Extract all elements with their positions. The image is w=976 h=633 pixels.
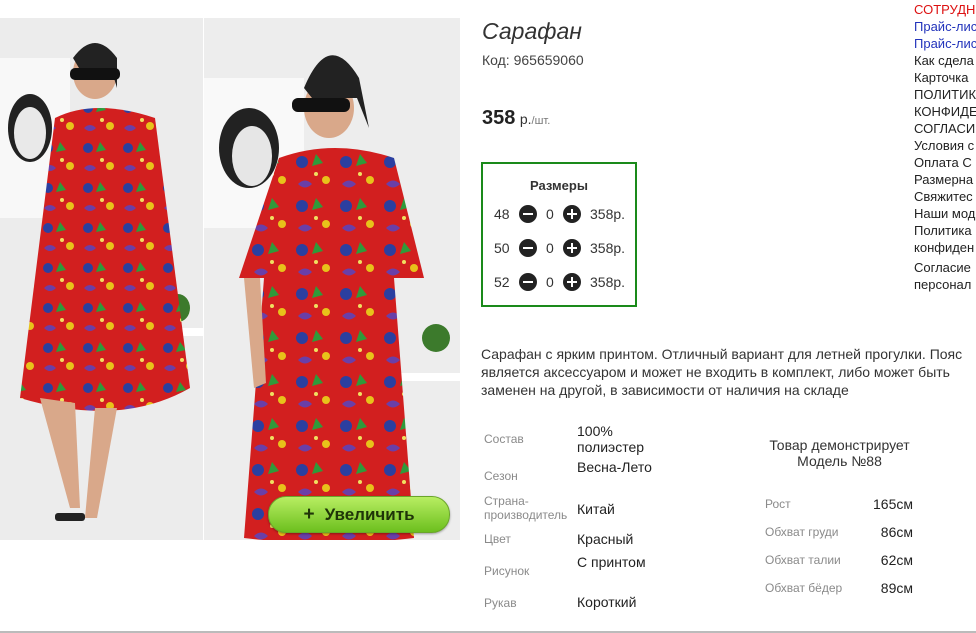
side-menu-item[interactable]: Как сдела bbox=[914, 53, 974, 69]
property-label: Рукав bbox=[484, 596, 517, 610]
property-value: Красный bbox=[577, 531, 634, 547]
size-price: 358р. bbox=[590, 206, 626, 222]
measurement-label: Обхват груди bbox=[765, 525, 839, 539]
sizes-title: Размеры bbox=[530, 178, 588, 193]
property-value: С принтом bbox=[577, 554, 646, 570]
size-quantity: 0 bbox=[546, 240, 554, 256]
measurement-label: Обхват бёдер bbox=[765, 581, 843, 595]
side-menu-item[interactable]: Карточка bbox=[914, 70, 968, 86]
property-label: Цвет bbox=[484, 532, 511, 546]
measurement-row: Обхват талии 62см bbox=[765, 552, 915, 568]
product-title: Сарафан bbox=[482, 18, 582, 44]
model-title: Товар демонстрирует Модель №88 bbox=[769, 437, 910, 469]
property-value: 100% полиэстер bbox=[577, 423, 645, 455]
side-menu-item[interactable]: Свяжитес bbox=[914, 189, 973, 205]
size-label: 52 bbox=[494, 274, 510, 290]
product-photo-1[interactable] bbox=[0, 18, 203, 540]
measurement-label: Обхват талии bbox=[765, 553, 841, 567]
size-price: 358р. bbox=[590, 240, 626, 256]
side-menu-item[interactable]: конфиден bbox=[914, 240, 974, 256]
side-menu-item[interactable]: ПОЛИТИКА bbox=[914, 87, 976, 103]
measurement-row: Обхват бёдер 89см bbox=[765, 580, 915, 596]
measurement-label: Рост bbox=[765, 497, 791, 511]
measurement-row: Обхват груди 86см bbox=[765, 524, 915, 540]
plus-icon[interactable] bbox=[563, 273, 581, 291]
product-photo-2[interactable] bbox=[204, 18, 460, 540]
side-menu-item[interactable]: Наши мод bbox=[914, 206, 975, 222]
size-row: 50 0 358р. bbox=[483, 238, 637, 258]
side-menu-item[interactable]: персонал bbox=[914, 277, 971, 292]
measurement-row: Рост 165см bbox=[765, 496, 915, 512]
price-per: /шт. bbox=[531, 115, 551, 127]
side-menu-item[interactable]: КОНФИДЕ bbox=[914, 104, 976, 120]
minus-icon[interactable] bbox=[519, 205, 537, 223]
property-value: Китай bbox=[577, 501, 615, 517]
plus-icon[interactable] bbox=[563, 239, 581, 257]
measurement-value: 165см bbox=[873, 496, 913, 512]
property-label: Сезон bbox=[484, 469, 518, 483]
property-value: Короткий bbox=[577, 594, 637, 610]
side-menu-item[interactable]: Согласие bbox=[914, 260, 971, 276]
property-label: Состав bbox=[484, 432, 524, 446]
size-row: 52 0 358р. bbox=[483, 272, 637, 292]
price-unit: р. bbox=[519, 111, 532, 127]
plus-icon[interactable] bbox=[563, 205, 581, 223]
measurement-value: 86см bbox=[880, 524, 913, 540]
side-menu-item[interactable]: Прайс-лис bbox=[914, 19, 976, 35]
size-quantity: 0 bbox=[546, 274, 554, 290]
measurement-value: 62см bbox=[880, 552, 913, 568]
price-value: 358 bbox=[482, 107, 516, 129]
side-menu-item[interactable]: Условия с bbox=[914, 138, 974, 154]
zoom-button-label: Увеличить bbox=[324, 504, 415, 524]
size-label: 48 bbox=[494, 206, 510, 222]
size-label: 50 bbox=[494, 240, 510, 256]
size-price: 358р. bbox=[590, 274, 626, 290]
minus-icon[interactable] bbox=[519, 239, 537, 257]
side-menu-item[interactable]: Прайс-лис bbox=[914, 36, 976, 52]
size-row: 48 0 358р. bbox=[483, 204, 637, 224]
property-value: Весна-Лето bbox=[577, 459, 652, 475]
side-menu-item[interactable]: СОТРУДН bbox=[914, 2, 975, 18]
property-label: Страна-производитель bbox=[484, 494, 568, 522]
size-quantity: 0 bbox=[546, 206, 554, 222]
side-menu-item[interactable]: Размерна bbox=[914, 172, 973, 188]
sizes-panel: Размеры 48 0 358р. 50 0 358р. 52 0 358р. bbox=[481, 162, 637, 307]
product-price: 358 р./шт. bbox=[482, 107, 550, 130]
measurement-value: 89см bbox=[880, 580, 913, 596]
side-menu-item[interactable]: Политика bbox=[914, 223, 972, 239]
minus-icon[interactable] bbox=[519, 273, 537, 291]
side-menu: СОТРУДН Прайс-лис Прайс-лис Как сдела Ка… bbox=[914, 2, 976, 292]
side-menu-item[interactable]: СОГЛАСИ bbox=[914, 121, 975, 137]
product-code: Код: 965659060 bbox=[482, 52, 584, 68]
side-menu-item[interactable]: Оплата С bbox=[914, 155, 972, 171]
zoom-button[interactable]: + Увеличить bbox=[268, 496, 450, 533]
property-label: Рисунок bbox=[484, 564, 530, 578]
product-description: Сарафан с ярким принтом. Отличный вариан… bbox=[481, 346, 963, 398]
plus-icon: + bbox=[303, 503, 315, 525]
